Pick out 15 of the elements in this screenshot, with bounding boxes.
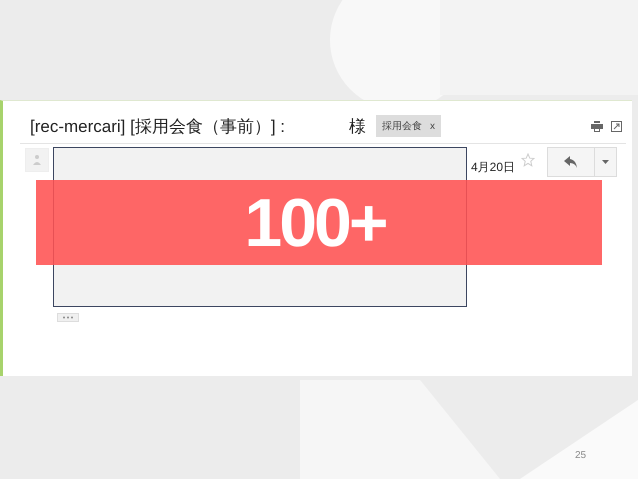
print-icon[interactable] — [591, 120, 603, 132]
email-subject: 様 — [349, 116, 366, 138]
reply-button[interactable] — [547, 147, 596, 177]
email-date: 4月20日 — [471, 159, 516, 176]
label-chip[interactable]: 採用会食 x — [376, 115, 442, 137]
ellipsis-icon — [62, 316, 74, 319]
avatar-icon — [25, 148, 49, 172]
count-banner: 100+ — [36, 180, 602, 265]
star-icon[interactable] — [521, 153, 536, 167]
reply-icon — [564, 156, 578, 168]
caret-icon — [602, 160, 610, 164]
new-window-icon[interactable] — [611, 120, 622, 132]
email-subject: [rec-mercari] [採用会食（事前）] : — [30, 116, 286, 138]
remove-label-button[interactable]: x — [430, 120, 436, 132]
slide-number: 25 — [575, 450, 586, 461]
